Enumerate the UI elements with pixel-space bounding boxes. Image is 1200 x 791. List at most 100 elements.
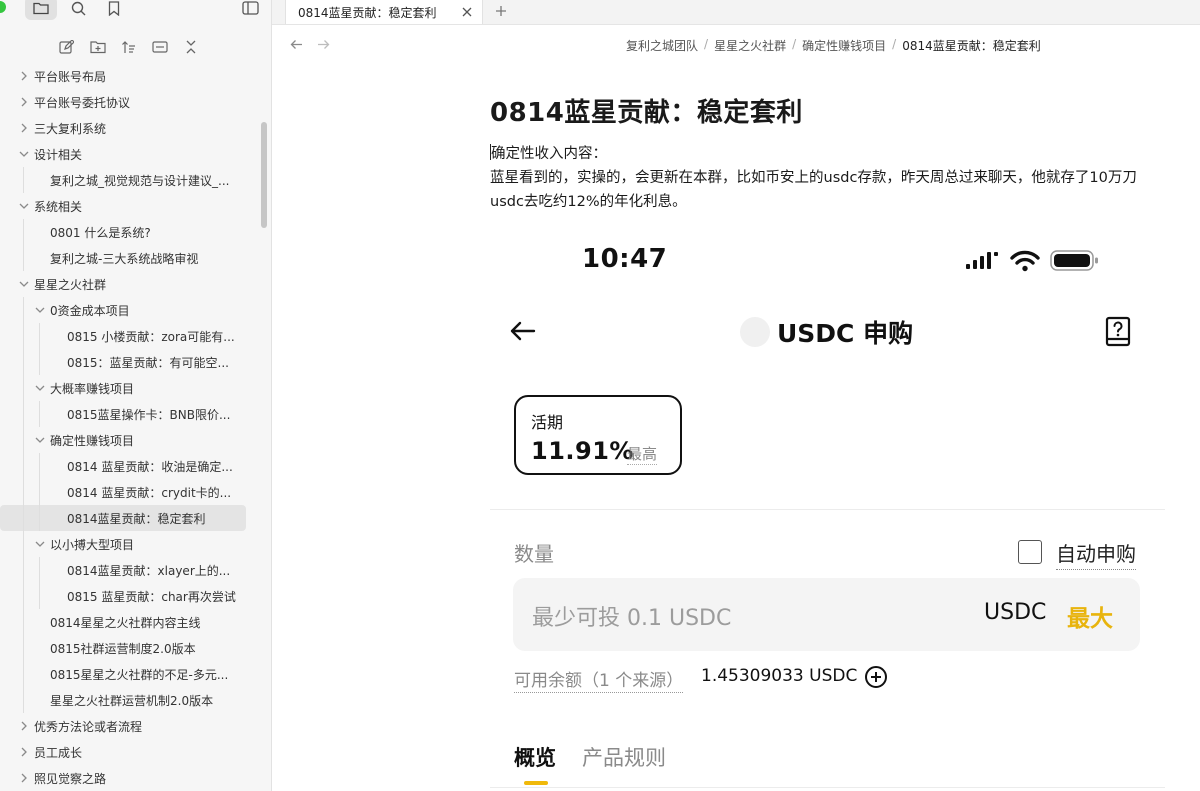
add-circle-icon[interactable] — [864, 665, 888, 689]
note-line: 确定性收入内容： — [491, 146, 607, 162]
auto-reveal-icon[interactable] — [148, 37, 171, 57]
tree-folder-item[interactable]: 优秀方法论或者流程 — [0, 713, 262, 739]
chevron-right-icon[interactable] — [18, 720, 30, 732]
auto-subscribe-label[interactable]: 自动申购 — [1056, 538, 1136, 570]
tree-file-item[interactable]: 0815星星之火社群的不足-多元... — [0, 661, 262, 687]
amount-unit: USDC — [984, 600, 1047, 625]
auto-subscribe-checkbox[interactable] — [1018, 540, 1042, 564]
tree-item-label: 优秀方法论或者流程 — [34, 719, 143, 734]
indent-guide — [23, 297, 24, 713]
tree-item-label: 员工成长 — [34, 745, 83, 760]
apr-value: 11.91% — [531, 437, 634, 465]
tree-folder-item[interactable]: 星星之火社群 — [0, 271, 262, 297]
sort-icon[interactable] — [117, 37, 140, 57]
file-tree: 平台账号布局平台账号委托协议三大复利系统设计相关复利之城_视觉规范与设计建议_.… — [0, 63, 262, 791]
tree-file-item[interactable]: 复利之城_视觉规范与设计建议_... — [0, 167, 262, 193]
flexible-term-card[interactable]: 活期 11.91% 最高 — [514, 395, 682, 475]
tree-item-label: 设计相关 — [34, 147, 83, 162]
tree-file-item[interactable]: 0801 什么是系统? — [0, 219, 262, 245]
back-arrow-icon[interactable] — [508, 316, 538, 346]
tree-folder-item[interactable]: 设计相关 — [0, 141, 262, 167]
chevron-down-icon[interactable] — [18, 200, 30, 212]
tree-item-label: 0801 什么是系统? — [50, 225, 151, 240]
tree-item-label: 复利之城-三大系统战略审视 — [50, 251, 199, 266]
sidebar-scrollbar[interactable] — [261, 122, 267, 228]
back-arrow-icon[interactable] — [288, 36, 304, 52]
tree-item-label: 0814蓝星贡献：xlayer上的... — [67, 563, 231, 578]
breadcrumb: 复利之城团队 / 星星之火社群 / 确定性赚钱项目 / 0814蓝星贡献：稳定套… — [626, 37, 1041, 54]
note-body[interactable]: 确定性收入内容： 蓝星看到的，实操的，会更新在本群，比如币安上的usdc存款，昨… — [490, 142, 1170, 214]
tree-file-item[interactable]: 星星之火社群运营机制2.0版本 — [0, 687, 262, 713]
tree-item-label: 以小搏大型项目 — [50, 537, 135, 552]
tree-folder-item[interactable]: 平台账号委托协议 — [0, 89, 262, 115]
new-note-icon[interactable] — [55, 37, 78, 57]
chevron-down-icon[interactable] — [34, 304, 46, 316]
breadcrumb-item[interactable]: 确定性赚钱项目 — [802, 37, 886, 54]
active-tab-indicator — [524, 781, 548, 785]
search-icon[interactable] — [68, 0, 88, 18]
tree-file-item[interactable]: 复利之城-三大系统战略审视 — [0, 245, 262, 271]
close-icon[interactable] — [460, 5, 474, 19]
breadcrumb-current[interactable]: 0814蓝星贡献：稳定套利 — [902, 37, 1041, 54]
tree-item-label: 照见觉察之路 — [34, 771, 107, 786]
tree-folder-item[interactable]: 员工成长 — [0, 739, 262, 765]
quantity-label: 数量 — [514, 542, 554, 566]
tree-folder-item[interactable]: 0资金成本项目 — [0, 297, 262, 323]
tree-item-label: 平台账号委托协议 — [34, 95, 131, 110]
forward-arrow-icon[interactable] — [315, 36, 331, 52]
note-title[interactable]: 0814蓝星贡献：稳定套利 — [490, 92, 803, 129]
breadcrumb-separator: / — [704, 37, 709, 51]
tree-folder-item[interactable]: 以小搏大型项目 — [0, 531, 262, 557]
bookmark-icon[interactable] — [104, 0, 124, 18]
tree-folder-item[interactable]: 平台账号布局 — [0, 63, 262, 89]
tree-item-label: 平台账号布局 — [34, 69, 107, 84]
status-icons — [966, 250, 1098, 272]
tree-file-item[interactable]: 0814蓝星贡献：稳定套利 — [0, 505, 246, 531]
usdc-coin-icon — [740, 317, 770, 347]
available-balance-label[interactable]: 可用余额（1 个来源） — [514, 666, 684, 693]
new-folder-icon[interactable] — [86, 37, 109, 57]
chevron-down-icon[interactable] — [18, 148, 30, 160]
note-paragraph: 蓝星看到的，实操的，会更新在本群，比如币安上的usdc存款，昨天周总过来聊天，他… — [490, 170, 1137, 210]
signal-icon — [966, 252, 998, 269]
chevron-right-icon[interactable] — [18, 96, 30, 108]
amount-input[interactable]: 最少可投 0.1 USDC USDC 最大 — [513, 578, 1140, 651]
chevron-down-icon[interactable] — [34, 538, 46, 550]
tree-file-item[interactable]: 0815社群运营制度2.0版本 — [0, 635, 262, 661]
folder-icon[interactable] — [25, 0, 57, 20]
tree-item-label: 0814 蓝星贡献：crydit卡的... — [67, 485, 232, 500]
tree-item-label: 0814 蓝星贡献：收油是确定... — [67, 459, 233, 474]
tree-folder-item[interactable]: 照见觉察之路 — [0, 765, 262, 791]
collapse-all-icon[interactable] — [179, 37, 202, 57]
file-explorer-sidebar: 平台账号布局平台账号委托协议三大复利系统设计相关复利之城_视觉规范与设计建议_.… — [0, 0, 272, 791]
chevron-down-icon[interactable] — [34, 434, 46, 446]
tree-folder-item[interactable]: 系统相关 — [0, 193, 262, 219]
explorer-toolbar — [55, 37, 202, 59]
tree-folder-item[interactable]: 大概率赚钱项目 — [0, 375, 262, 401]
breadcrumb-item[interactable]: 星星之火社群 — [714, 37, 786, 54]
tree-folder-item[interactable]: 确定性赚钱项目 — [0, 427, 262, 453]
available-balance-value: 1.45309033 USDC — [701, 666, 858, 686]
chevron-down-icon[interactable] — [34, 382, 46, 394]
tab-overview[interactable]: 概览 — [514, 742, 556, 772]
breadcrumb-item[interactable]: 复利之城团队 — [626, 37, 698, 54]
tree-file-item[interactable]: 0814星星之火社群内容主线 — [0, 609, 262, 635]
tree-item-label: 0815 蓝星贡献：char再次尝试 — [67, 589, 236, 604]
breadcrumb-separator: / — [892, 37, 897, 51]
chevron-right-icon[interactable] — [18, 772, 30, 784]
chevron-down-icon[interactable] — [18, 278, 30, 290]
tree-item-label: 0资金成本项目 — [50, 303, 130, 318]
chevron-right-icon[interactable] — [18, 746, 30, 758]
window-zoom-button[interactable] — [0, 1, 6, 13]
sidebar-toggle-icon[interactable] — [240, 0, 260, 18]
chevron-right-icon[interactable] — [18, 122, 30, 134]
apr-tag: 最高 — [627, 445, 658, 465]
tab-product-rules[interactable]: 产品规则 — [582, 742, 666, 772]
max-button[interactable]: 最大 — [1067, 599, 1113, 633]
tree-folder-item[interactable]: 三大复利系统 — [0, 115, 262, 141]
help-book-icon[interactable] — [1103, 316, 1133, 348]
tree-item-label: 0814蓝星贡献：稳定套利 — [67, 511, 206, 526]
plus-icon[interactable] — [492, 2, 510, 20]
tab-note[interactable]: 0814蓝星贡献：稳定套利 — [285, 0, 483, 24]
chevron-right-icon[interactable] — [18, 70, 30, 82]
